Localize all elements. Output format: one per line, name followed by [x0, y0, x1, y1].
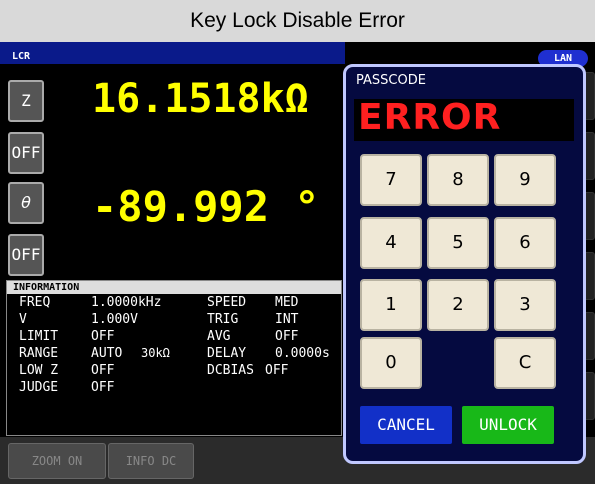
info-value: OFF: [91, 329, 115, 344]
z-measurement: 16.1518kΩ: [92, 76, 309, 122]
key-2[interactable]: 2: [427, 279, 489, 331]
key-9[interactable]: 9: [494, 154, 556, 206]
info-value: OFF: [91, 363, 115, 378]
info-row: V 1.000V TRIG INT: [7, 311, 341, 328]
instrument-screen: LCR LAN Z OFF θ OFF 16.1518kΩ -89.992 ° …: [0, 42, 595, 484]
key-7[interactable]: 7: [360, 154, 422, 206]
info-key: LIMIT: [19, 329, 59, 344]
info-key: LOW Z: [19, 363, 59, 378]
info-key: SPEED: [207, 295, 247, 310]
info-row: RANGE AUTO 30kΩ DELAY 0.0000s: [7, 345, 341, 362]
cancel-button[interactable]: CANCEL: [360, 406, 452, 444]
key-6[interactable]: 6: [494, 217, 556, 269]
info-value: 0.0000s: [275, 346, 330, 361]
info-key: RANGE: [19, 346, 59, 361]
mode-bar: LCR: [0, 42, 345, 64]
clear-key[interactable]: C: [494, 337, 556, 389]
error-message: ERROR: [358, 97, 502, 138]
info-key: V: [19, 312, 27, 327]
key-4[interactable]: 4: [360, 217, 422, 269]
key-1[interactable]: 1: [360, 279, 422, 331]
info-key: DCBIAS: [207, 363, 254, 378]
info-row: JUDGE OFF: [7, 379, 341, 396]
window-title: Key Lock Disable Error: [0, 0, 595, 42]
info-value: INT: [275, 312, 299, 327]
info-value: OFF: [265, 363, 289, 378]
info-value: MED: [275, 295, 299, 310]
info-row: LIMIT OFF AVG OFF: [7, 328, 341, 345]
info-key: FREQ: [19, 295, 51, 310]
info-key: AVG: [207, 329, 231, 344]
param1-button[interactable]: Z: [8, 80, 44, 122]
info-key: DELAY: [207, 346, 247, 361]
key-8[interactable]: 8: [427, 154, 489, 206]
info-value: 1.000V: [91, 312, 138, 327]
unlock-button[interactable]: UNLOCK: [462, 406, 554, 444]
info-value: 1.0000kHz: [91, 295, 162, 310]
passcode-display: ERROR: [354, 97, 574, 141]
info-value: OFF: [91, 380, 115, 395]
passcode-dialog: PASSCODE ERROR 7 8 9 4 5 6 1 2 3 0 C CAN…: [343, 64, 586, 464]
key-3[interactable]: 3: [494, 279, 556, 331]
key-0[interactable]: 0: [360, 337, 422, 389]
param2-off-button[interactable]: OFF: [8, 234, 44, 276]
param1-off-button[interactable]: OFF: [8, 132, 44, 174]
info-dc-button[interactable]: INFO DC: [108, 443, 194, 479]
theta-measurement: -89.992 °: [92, 182, 320, 231]
info-row: FREQ 1.0000kHz SPEED MED: [7, 294, 341, 311]
passcode-label: PASSCODE: [356, 73, 426, 88]
key-5[interactable]: 5: [427, 217, 489, 269]
information-panel: INFORMATION FREQ 1.0000kHz SPEED MED V 1…: [6, 280, 342, 436]
info-value: AUTO: [91, 346, 123, 361]
information-header: INFORMATION: [7, 281, 341, 294]
info-key: TRIG: [207, 312, 239, 327]
info-row: LOW Z OFF DCBIAS OFF: [7, 362, 341, 379]
info-value: 30kΩ: [141, 346, 170, 360]
info-key: JUDGE: [19, 380, 59, 395]
param2-button[interactable]: θ: [8, 182, 44, 224]
zoom-on-button[interactable]: ZOOM ON: [8, 443, 106, 479]
info-value: OFF: [275, 329, 299, 344]
